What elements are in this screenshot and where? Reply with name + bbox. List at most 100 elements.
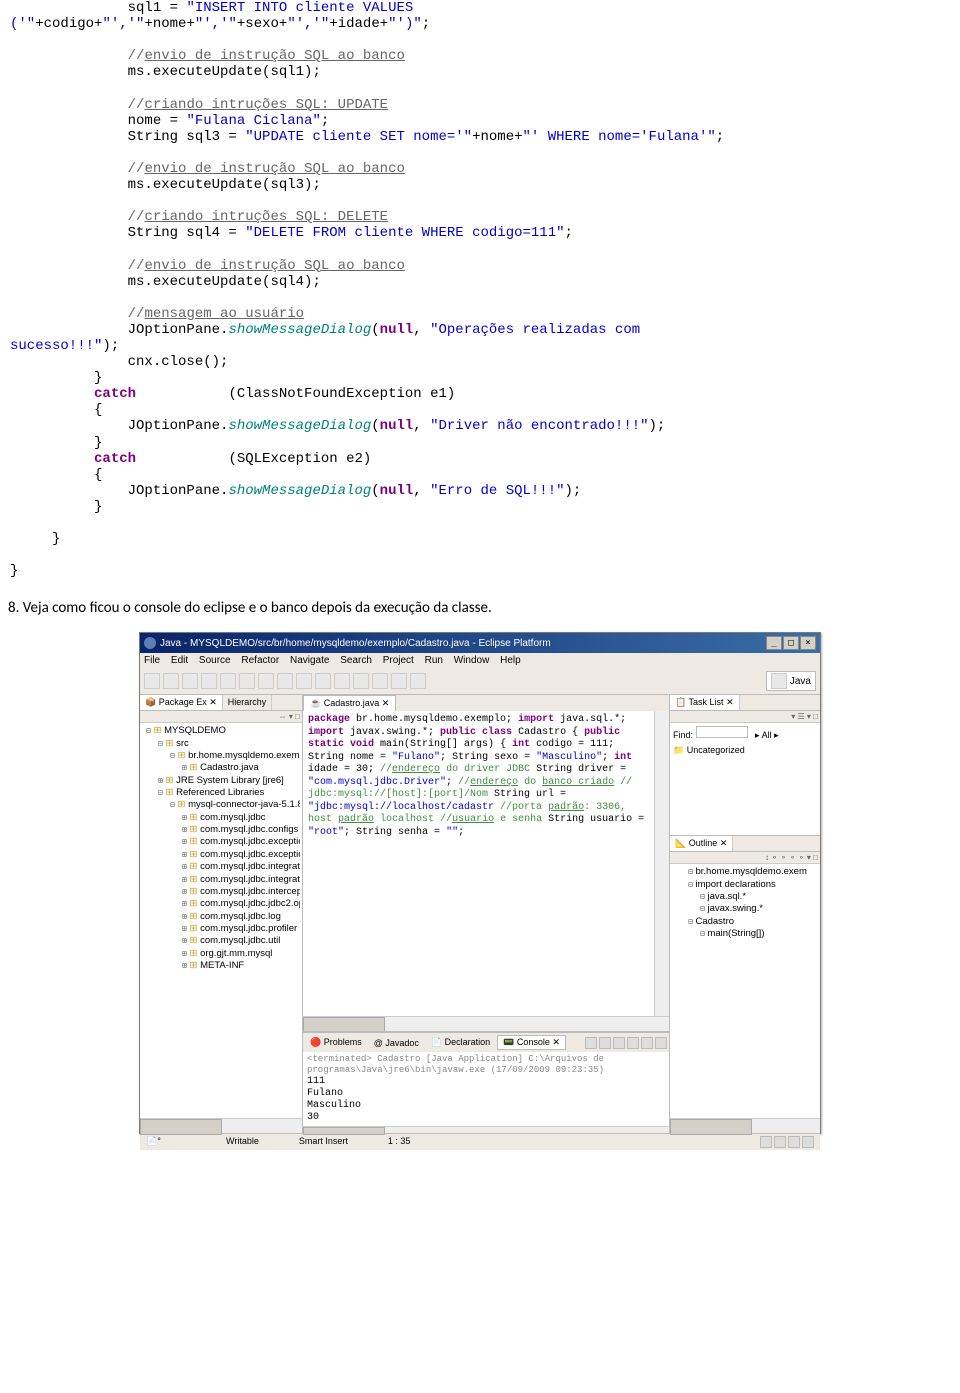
toolbar-icon[interactable] [163, 673, 179, 689]
tree-item[interactable]: ⊞ ⊞ com.mysql.jdbc.exceptions [142, 849, 300, 861]
outline-item[interactable]: ⊟ br.home.mysqldemo.exem [672, 866, 818, 878]
menu-navigate[interactable]: Navigate [290, 655, 329, 666]
maximize-button[interactable]: □ [783, 636, 799, 650]
code-editor[interactable]: package br.home.mysqldemo.exemplo; impor… [303, 711, 654, 1016]
outline-item[interactable]: ⊟ Cadastro [672, 916, 818, 928]
scrollbar-h[interactable] [140, 1118, 302, 1133]
find-input[interactable] [696, 726, 748, 738]
outline-scrollbar-h[interactable] [670, 1118, 820, 1133]
outline-item[interactable]: ⊟ import declarations [672, 879, 818, 891]
outline-item[interactable]: ⊟ java.sql.* [672, 891, 818, 903]
tree-item[interactable]: ⊟ ⊞ br.home.mysqldemo.exemplo [142, 750, 300, 762]
outline-toolbar: ↕ ⚬ ⚬ ⚬ ⚬ ▾ □ [670, 852, 820, 864]
console-terminated: <terminated> Cadastro [Java Application]… [307, 1054, 665, 1076]
java-perspective[interactable]: Java [766, 671, 816, 691]
tree-item[interactable]: ⊞ ⊞ com.mysql.jdbc.integration [142, 861, 300, 873]
toolbar-icon[interactable] [144, 673, 160, 689]
tree-item[interactable]: ⊞ ⊞ JRE System Library [jre6] [142, 775, 300, 787]
menu-edit[interactable]: Edit [171, 655, 188, 666]
toolbar: Java [140, 668, 820, 695]
toolbar-icon[interactable] [410, 673, 426, 689]
close-button[interactable]: × [800, 636, 816, 650]
task-toolbar: ▾ ☰ ▾ □ [670, 711, 820, 723]
menu-project[interactable]: Project [383, 655, 414, 666]
toolbar-icon[interactable] [315, 673, 331, 689]
menubar: File Edit Source Refactor Navigate Searc… [140, 653, 820, 668]
eclipse-screenshot: Java - MYSQLDEMO/src/br/home/mysqldemo/e… [139, 632, 821, 1134]
tree-item[interactable]: ⊟ ⊞ src [142, 738, 300, 750]
toolbar-icon[interactable] [182, 673, 198, 689]
menu-source[interactable]: Source [199, 655, 231, 666]
menu-run[interactable]: Run [425, 655, 443, 666]
tree-item[interactable]: ⊞ ⊞ com.mysql.jdbc [142, 812, 300, 824]
tree-item[interactable]: ⊞ ⊞ com.mysql.jdbc.configs [142, 824, 300, 836]
menu-help[interactable]: Help [500, 655, 521, 666]
menu-window[interactable]: Window [454, 655, 490, 666]
tab-declaration[interactable]: 📄 Declaration [426, 1036, 495, 1049]
editor-tab-cadastro[interactable]: ☕ Cadastro.java ✕ [303, 695, 396, 711]
tree-item[interactable]: ⊞ ⊞ com.mysql.jdbc.exceptions [142, 836, 300, 848]
tree-item[interactable]: ⊞ ⊞ META-INF [142, 960, 300, 972]
tab-javadoc[interactable]: @ Javadoc [369, 1037, 424, 1049]
tab-hierarchy[interactable]: Hierarchy [223, 695, 273, 710]
console-icon[interactable] [655, 1037, 667, 1049]
console-icon[interactable] [613, 1037, 625, 1049]
console-scrollbar-h[interactable] [303, 1126, 669, 1133]
menu-refactor[interactable]: Refactor [241, 655, 279, 666]
package-explorer-panel: 📦 Package Ex ✕ Hierarchy ⇔ ▾ □ ⊟ ⊞ MYSQL… [140, 695, 303, 1133]
toolbar-icon[interactable] [334, 673, 350, 689]
java-icon [771, 673, 787, 689]
statusbar: 📄° Writable Smart Insert 1 : 35 [140, 1133, 820, 1150]
status-icon[interactable] [802, 1136, 814, 1148]
editor-scrollbar-h[interactable] [303, 1016, 669, 1031]
outline-tree[interactable]: ⊟ br.home.mysqldemo.exem⊟ import declara… [670, 864, 820, 1118]
outline-item[interactable]: ⊟ main(String[]) [672, 928, 818, 940]
tab-outline[interactable]: 📐 Outline ✕ [670, 836, 733, 851]
status-icon[interactable] [788, 1136, 800, 1148]
status-icon[interactable] [774, 1136, 786, 1148]
toolbar-icon[interactable] [296, 673, 312, 689]
outline-item[interactable]: ⊟ javax.swing.* [672, 903, 818, 915]
tree-item[interactable]: ⊞ ⊞ com.mysql.jdbc.interceptor [142, 886, 300, 898]
tab-problems[interactable]: 🔴 Problems [305, 1036, 367, 1049]
toolbar-icon[interactable] [258, 673, 274, 689]
editor-scrollbar[interactable] [654, 711, 669, 1016]
titlebar: Java - MYSQLDEMO/src/br/home/mysqldemo/e… [140, 633, 820, 653]
tree-item[interactable]: ⊞ ⊞ com.mysql.jdbc.profiler [142, 923, 300, 935]
toolbar-icon[interactable] [201, 673, 217, 689]
tree-item[interactable]: ⊞ ⊞ com.mysql.jdbc.integration [142, 874, 300, 886]
toolbar-icon[interactable] [239, 673, 255, 689]
tree-item[interactable]: ⊟ ⊞ mysql-connector-java-5.1.8-bin [142, 799, 300, 811]
tree-item[interactable]: ⊞ ⊞ com.mysql.jdbc.util [142, 935, 300, 947]
toolbar-icon[interactable] [391, 673, 407, 689]
toolbar-icon[interactable] [353, 673, 369, 689]
tab-console[interactable]: 📟 Console ✕ [497, 1035, 566, 1050]
toolbar-icon[interactable] [372, 673, 388, 689]
tree-item[interactable]: ⊞ ⊞ Cadastro.java [142, 762, 300, 774]
window-title: Java - MYSQLDEMO/src/br/home/mysqldemo/e… [160, 638, 551, 649]
minimize-button[interactable]: _ [766, 636, 782, 650]
console-icon[interactable] [599, 1037, 611, 1049]
console-icon[interactable] [627, 1037, 639, 1049]
status-icon[interactable] [760, 1136, 772, 1148]
tree-item[interactable]: ⊟ ⊞ MYSQLDEMO [142, 725, 300, 737]
section-text: 8. Veja como ficou o console do eclipse … [0, 599, 960, 617]
toolbar-icon[interactable] [220, 673, 236, 689]
tree-item[interactable]: ⊞ ⊞ com.mysql.jdbc.jdbc2.optio [142, 898, 300, 910]
toolbar-icon[interactable] [277, 673, 293, 689]
tab-task-list[interactable]: 📋 Task List ✕ [670, 695, 740, 710]
tree-item[interactable]: ⊟ ⊞ Referenced Libraries [142, 787, 300, 799]
tab-package-explorer[interactable]: 📦 Package Ex ✕ [140, 695, 223, 710]
package-tree[interactable]: ⊟ ⊞ MYSQLDEMO⊟ ⊞ src⊟ ⊞ br.home.mysqldem… [140, 723, 302, 1118]
code-block: sql1 = "INSERT INTO cliente VALUES ('"+c… [0, 0, 960, 579]
console-icon[interactable] [585, 1037, 597, 1049]
menu-file[interactable]: File [144, 655, 160, 666]
menu-search[interactable]: Search [340, 655, 372, 666]
console-output: <terminated> Cadastro [Java Application]… [303, 1052, 669, 1126]
task-category[interactable]: 📁 Uncategorized [673, 745, 817, 756]
tree-item[interactable]: ⊞ ⊞ org.gjt.mm.mysql [142, 948, 300, 960]
console-icon[interactable] [641, 1037, 653, 1049]
eclipse-icon [144, 637, 156, 649]
panel-toolbar: ⇔ ▾ □ [140, 711, 302, 723]
tree-item[interactable]: ⊞ ⊞ com.mysql.jdbc.log [142, 911, 300, 923]
